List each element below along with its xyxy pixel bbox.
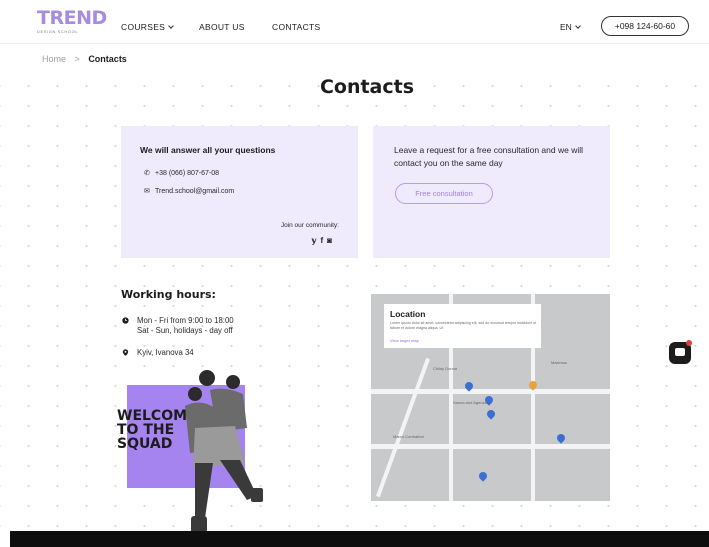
request-text: Leave a request for a free consultation …	[394, 145, 584, 168]
community-label: Join our community:	[280, 222, 339, 229]
logo-wordmark: TREND	[37, 7, 107, 29]
nav-courses[interactable]: COURSES	[121, 22, 174, 32]
chat-button[interactable]	[669, 340, 692, 364]
breadcrumb: Home > Contacts	[42, 54, 127, 64]
contact-card: We will answer all your questions ✆ +38 (…	[121, 126, 358, 258]
language-selector[interactable]: EN	[560, 22, 581, 32]
breadcrumb-separator: >	[74, 54, 80, 64]
map-label: Maximus	[551, 360, 568, 365]
nav-courses-label: COURSES	[121, 22, 166, 32]
logo[interactable]: TREND DESIGN SCHOOL	[37, 7, 107, 35]
hours-weekend: Sat - Sun, holidays - day off	[137, 326, 233, 335]
phone-number: +38 (066) 807-67-08	[155, 170, 220, 177]
phone-icon: ✆	[144, 170, 150, 177]
location-title: Location	[390, 309, 426, 319]
phone-line[interactable]: ✆ +38 (066) 807-67-08	[144, 169, 219, 177]
clock-icon	[122, 317, 129, 324]
request-card: Leave a request for a free consultation …	[373, 126, 610, 258]
map-pin-icon[interactable]	[477, 470, 489, 482]
map-label: Marco Contrattori	[393, 434, 424, 439]
mail-icon: ✉	[144, 188, 150, 195]
address-text: Kyiv, Ivanova 34	[137, 348, 194, 357]
students-photo	[185, 370, 263, 536]
nav-contacts[interactable]: CONTACTS	[272, 22, 321, 32]
free-consultation-button[interactable]: Free consultation	[395, 183, 493, 204]
map-road	[375, 357, 431, 498]
location-pin-icon	[122, 349, 129, 356]
contact-card-title: We will answer all your questions	[140, 145, 276, 155]
chat-bubble-icon	[675, 348, 685, 356]
breadcrumb-home[interactable]: Home	[42, 54, 66, 64]
hours-weekdays: Mon - Fri from 9:00 to 18:00	[137, 316, 234, 325]
instagram-icon[interactable]: ◙	[327, 236, 336, 245]
notification-badge	[686, 340, 692, 346]
footer-bar	[10, 531, 709, 547]
email-line[interactable]: ✉ Trend.school@gmail.com	[144, 187, 234, 195]
phone-button[interactable]: +098 124-60-60	[601, 16, 689, 36]
page-title: Contacts	[319, 76, 415, 98]
language-label: EN	[560, 22, 572, 32]
working-hours-title: Working hours:	[121, 288, 216, 301]
location-card: Location Lorem ipsum dolor sit amet, con…	[384, 304, 541, 348]
chevron-down-icon	[574, 23, 581, 29]
map-label: Chilay Donna	[433, 366, 458, 371]
map-label: Sauna and Agenzia	[453, 400, 488, 405]
social-links: 𝕪f◙	[311, 236, 336, 245]
location-description: Lorem ipsum dolor sit amet, consectetur …	[390, 321, 537, 330]
logo-tagline: DESIGN SCHOOL	[37, 29, 79, 34]
chevron-down-icon	[168, 23, 174, 29]
nav-about-us[interactable]: ABOUT US	[199, 22, 245, 32]
map-pin-icon[interactable]	[485, 408, 497, 420]
breadcrumb-current: Contacts	[88, 54, 127, 64]
site-header: TREND DESIGN SCHOOL COURSES ABOUT US CON…	[0, 0, 709, 44]
map-road	[371, 444, 610, 449]
map-pin-icon[interactable]	[555, 432, 567, 444]
view-larger-map-link[interactable]: View larger map	[390, 338, 419, 343]
map-road	[371, 389, 610, 394]
email-address: Trend.school@gmail.com	[155, 188, 235, 195]
